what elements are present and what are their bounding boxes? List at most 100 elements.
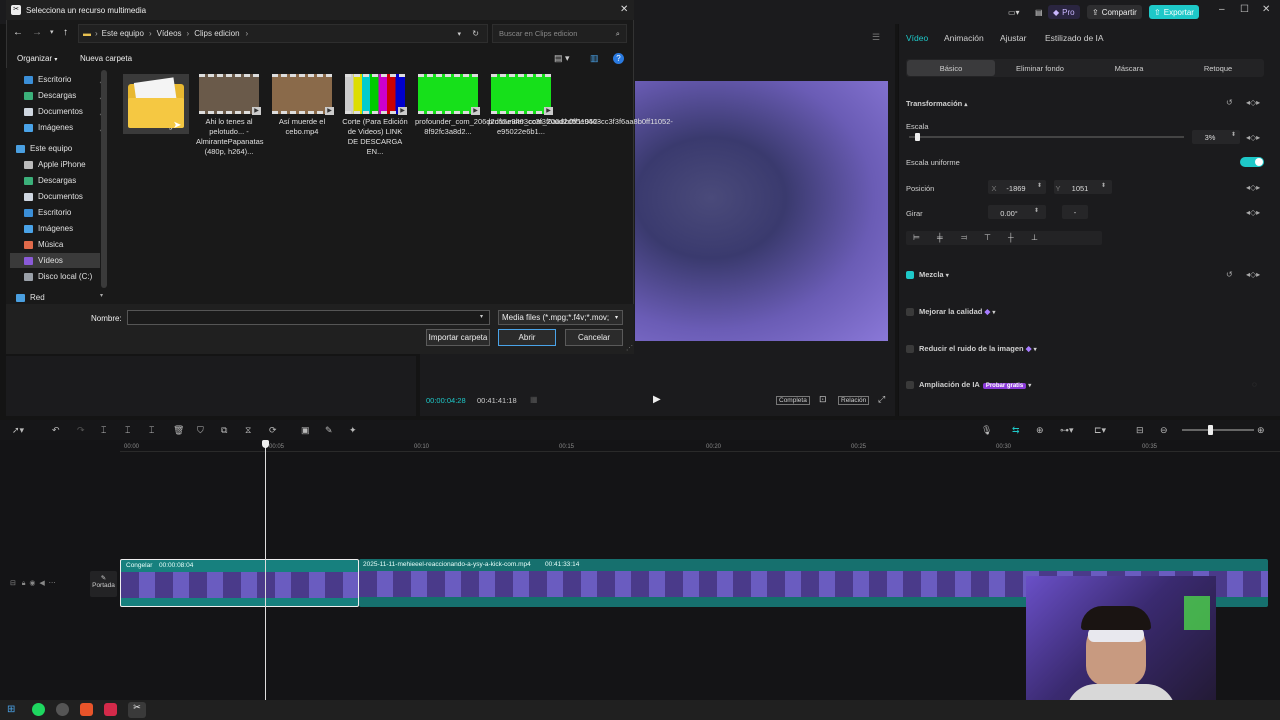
timecode-grid-icon[interactable]: ▦ <box>530 395 538 404</box>
new-folder-button[interactable]: Nueva carpeta <box>80 54 132 63</box>
preview-axis-icon[interactable]: ⊶▾ <box>1060 425 1074 436</box>
link-clips-icon[interactable]: ⇆ <box>1012 425 1020 436</box>
video-file-item[interactable]: ▶ Así muerde el cebo.mp4 <box>269 74 335 137</box>
file-type-select[interactable]: Media files (*.mpg;*.f4v;*.mov; ▾ <box>498 310 623 325</box>
tab-animation[interactable]: Animación <box>944 33 984 43</box>
track-icon[interactable]: ⊏▾ <box>1094 425 1106 436</box>
windows-start-icon[interactable]: ⊞ <box>7 704 15 715</box>
menu-icon[interactable]: ☰ <box>872 32 880 43</box>
cancel-button[interactable]: Cancelar <box>565 329 623 346</box>
monitor-icon[interactable]: ⊟ <box>1136 425 1144 436</box>
video-file-item[interactable]: ▶ profounder_com_206d2d55e9463cc3f3f6aa8b… <box>415 74 600 137</box>
obs-icon[interactable] <box>56 703 69 716</box>
enhance-heading[interactable]: Mejorar la calidad ◆ ▾ <box>919 307 995 316</box>
sidebar-item[interactable]: Este equipo <box>16 141 106 156</box>
brave-icon[interactable] <box>80 703 93 716</box>
chevron-down-icon[interactable]: ▾ <box>457 30 461 38</box>
blend-heading[interactable]: Mezcla ▾ <box>919 270 949 279</box>
enhance-checkbox[interactable] <box>906 308 914 316</box>
denoise-checkbox[interactable] <box>906 345 914 353</box>
microphone-icon[interactable]: 🎙 <box>981 425 992 436</box>
video-file-item[interactable]: ▶ Ahi lo tenes al pelotudo... - Almirante… <box>196 74 264 157</box>
ai-expand-heading[interactable]: Ampliación de IA Probar gratis ▾ <box>919 380 1031 389</box>
try-free-badge[interactable]: Probar gratis <box>982 383 1027 389</box>
cursor-tool-icon[interactable]: ➚▾ <box>12 425 24 436</box>
crop-icon[interactable]: ⧉ <box>221 425 227 436</box>
shield-icon[interactable]: ⛉ <box>197 425 204 436</box>
share-button[interactable]: ⇪ Compartir <box>1087 5 1142 19</box>
split-icon[interactable]: ⌶ <box>101 425 106 436</box>
keyframe-icon[interactable]: ◂◇▸ <box>1246 133 1260 142</box>
freeze-clip[interactable]: Congelar 00:00:08:04 <box>120 559 359 607</box>
subtab-basic[interactable]: Básico <box>907 60 995 76</box>
stepper-icon[interactable]: ⬍ <box>1231 131 1236 138</box>
ai-expand-checkbox[interactable] <box>906 381 914 389</box>
recent-chevron-icon[interactable]: ▾ <box>50 28 54 36</box>
search-input[interactable]: Buscar en Clips edicion ⌕ <box>492 24 627 43</box>
view-options-icon[interactable]: ▤ ▾ <box>554 53 570 64</box>
export-button[interactable]: ⇧ Exportar <box>1149 5 1199 19</box>
lock-icon[interactable]: 🔒︎ <box>22 580 26 587</box>
ratio-button[interactable]: Relación <box>838 396 870 405</box>
sidebar-item[interactable]: Vídeos <box>10 253 100 268</box>
panel-icon[interactable]: ▤ <box>1030 5 1048 19</box>
preview-pane-icon[interactable]: ▥ <box>590 53 599 64</box>
align-top-icon[interactable]: ⊤ <box>984 233 991 242</box>
import-folder-button[interactable]: Importar carpeta <box>426 329 490 346</box>
refresh-icon[interactable]: ↻ <box>472 29 479 38</box>
magic-wand-icon[interactable]: ✎ <box>325 425 333 436</box>
tab-ai-style[interactable]: Estilizado de IA <box>1045 33 1104 43</box>
maximize-icon[interactable]: ☐ <box>1240 4 1249 15</box>
minimize-icon[interactable]: – <box>1219 4 1225 15</box>
scroll-down-icon[interactable]: ▾ <box>100 292 103 299</box>
reset-icon[interactable]: ↺ <box>1226 98 1233 107</box>
split-right-icon[interactable]: ⌶ <box>149 425 154 436</box>
freeze-icon[interactable]: ▣ <box>301 425 310 436</box>
capcut-icon[interactable]: ✂ <box>128 702 146 718</box>
forward-arrow-icon[interactable]: → <box>32 27 42 38</box>
keyframe-icon[interactable]: ◂◇▸ <box>1246 270 1260 279</box>
cover-button[interactable]: ✎ Portada <box>90 571 117 597</box>
transform-heading[interactable]: Transformación ▴ <box>906 99 967 108</box>
video-file-item[interactable]: ▶ Corte (Para Edición de Videos) LINK DE … <box>342 74 408 157</box>
timeline-ruler[interactable] <box>120 440 1280 452</box>
tab-adjust[interactable]: Ajustar <box>1000 33 1026 43</box>
breadcrumb-clips[interactable]: Clips edicion <box>194 29 239 38</box>
scale-slider-track[interactable] <box>909 136 1184 138</box>
help-icon[interactable]: ? <box>613 53 624 64</box>
denoise-heading[interactable]: Reducir el ruido de la imagen ◆ ▾ <box>919 344 1037 353</box>
volume-icon[interactable]: ◀︎ <box>39 580 44 587</box>
zoom-out-icon[interactable]: ⊖ <box>1160 425 1168 436</box>
align-right-icon[interactable]: ⫤ <box>961 233 967 243</box>
pro-badge[interactable]: ◆ Pro <box>1048 5 1080 19</box>
tab-video[interactable]: Vídeo <box>906 33 928 43</box>
stepper-icon[interactable]: ⬍ <box>1034 207 1039 214</box>
back-arrow-icon[interactable]: ← <box>13 27 23 38</box>
full-quality-button[interactable]: Completa <box>776 396 810 405</box>
zoom-slider-handle[interactable] <box>1208 425 1213 435</box>
undo-icon[interactable]: ↶ <box>52 425 60 436</box>
stepper-icon[interactable]: ⬍ <box>1101 182 1106 189</box>
subtab-remove-bg[interactable]: Eliminar fondo <box>996 60 1084 76</box>
ai-cutout-icon[interactable]: ✦ <box>349 425 357 436</box>
keyframe-icon[interactable]: ◂◇▸ <box>1246 98 1260 107</box>
align-bottom-icon[interactable]: ⊥ <box>1031 233 1038 242</box>
open-button[interactable]: Abrir <box>498 329 556 346</box>
redo-icon[interactable]: ↷ <box>77 425 85 436</box>
fullscreen-icon[interactable]: ⤢ <box>878 394 885 405</box>
stepper-icon[interactable]: ⬍ <box>1037 182 1042 189</box>
zoom-in-icon[interactable]: ⊕ <box>1257 425 1265 436</box>
lock-track-icon[interactable]: ⊟ <box>10 580 16 587</box>
close-icon[interactable]: ✕ <box>620 4 628 15</box>
align-left-icon[interactable]: ⊨ <box>913 233 920 242</box>
app-icon[interactable] <box>104 703 117 716</box>
rotate-icon[interactable]: ⟳ <box>269 425 277 436</box>
playhead-handle[interactable] <box>262 440 269 448</box>
filename-input[interactable] <box>127 310 490 325</box>
align-center-v-icon[interactable]: ┼ <box>1008 233 1014 242</box>
resize-grip-icon[interactable]: ⋰ <box>626 344 633 352</box>
address-bar[interactable]: ▬ › Este equipo › Vídeos › Clips edicion… <box>78 24 488 43</box>
subtab-mask[interactable]: Máscara <box>1085 60 1173 76</box>
keyframe-icon[interactable]: ◂◇▸ <box>1246 208 1260 217</box>
keyframe-icon[interactable]: ◂◇▸ <box>1246 183 1260 192</box>
